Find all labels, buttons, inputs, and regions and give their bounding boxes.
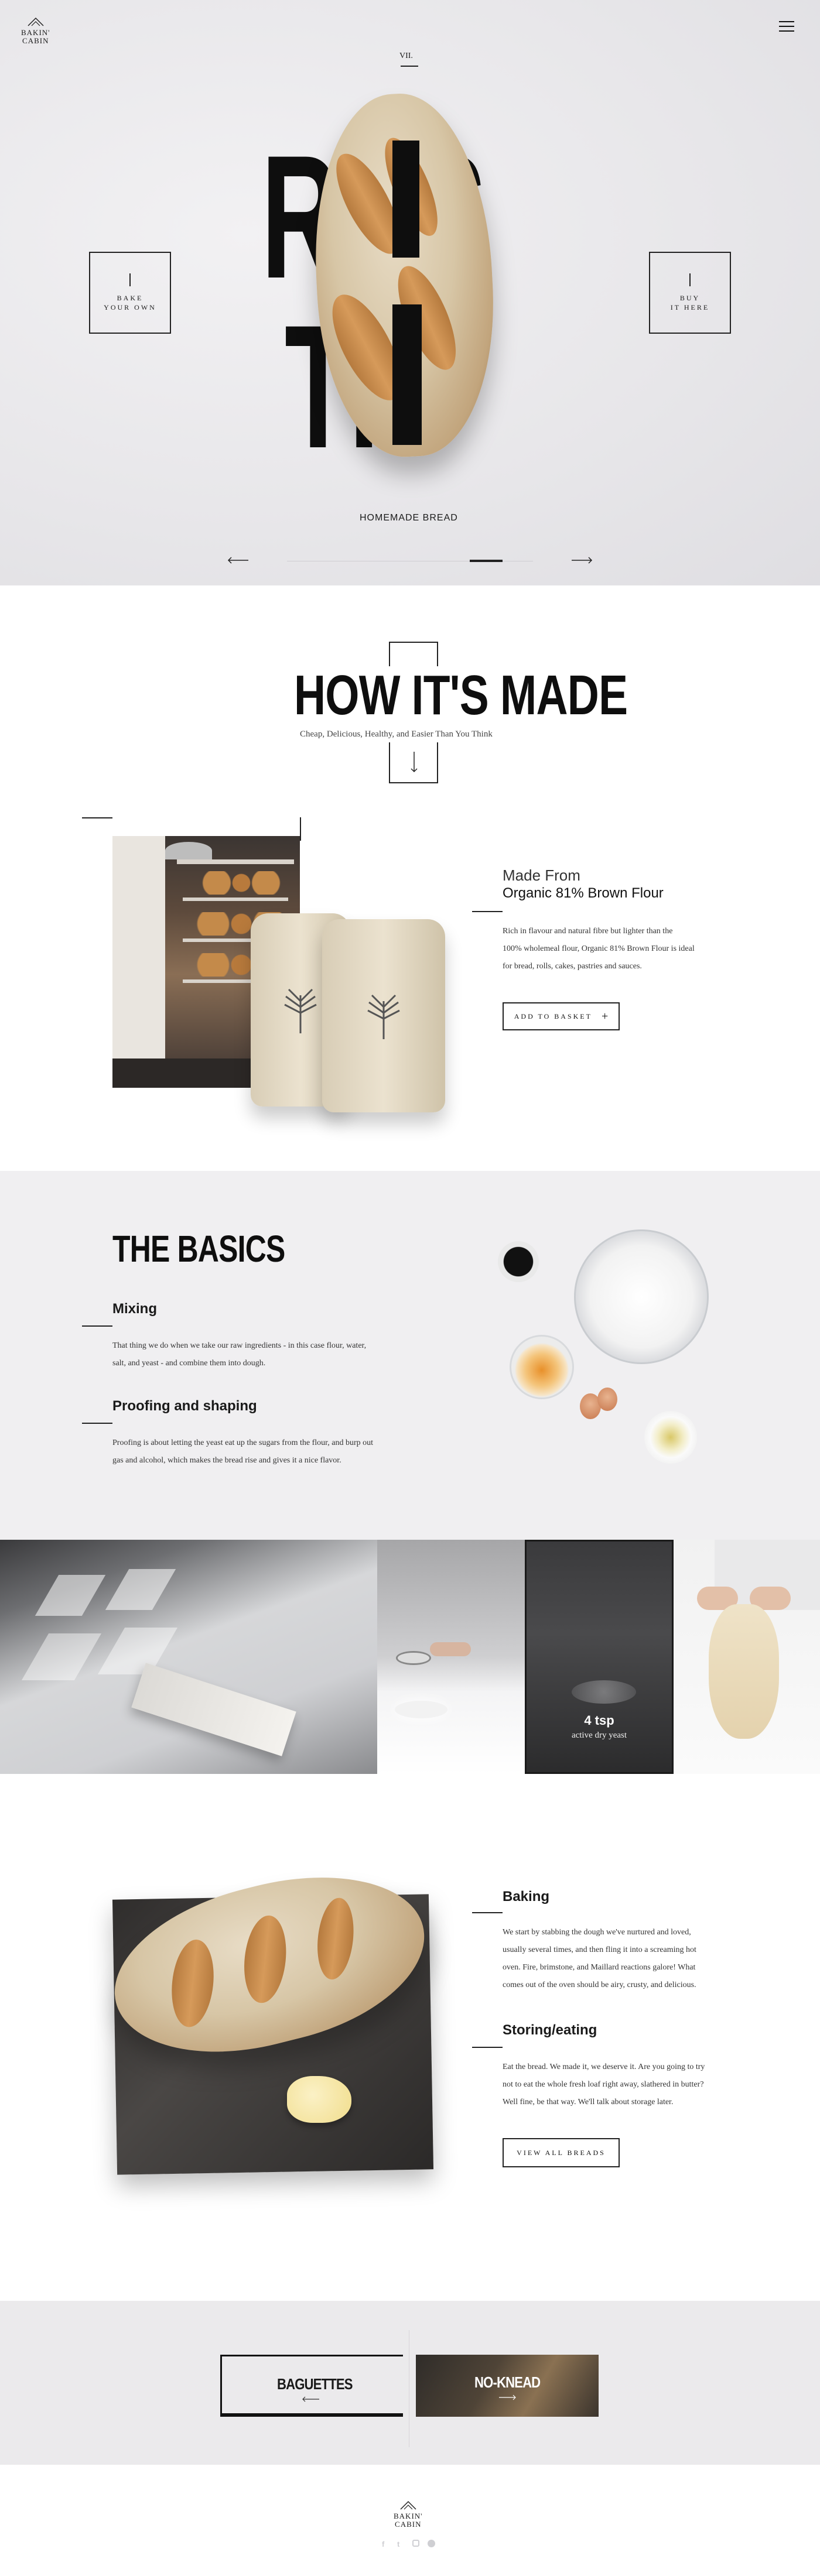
gallery-image-sunlight-notebook — [0, 1540, 377, 1774]
slide-number-underline — [401, 66, 418, 67]
bake-link-line2: YOUR OWN — [104, 303, 156, 311]
how-subtitle: Cheap, Delicious, Healthy, and Easier Th… — [300, 729, 493, 739]
butter-image — [287, 2076, 351, 2123]
baking-description: We start by stabbing the dough we've nur… — [503, 1924, 696, 1994]
recipe-navigation: BAGUETTES NO-KNEAD — [0, 2301, 820, 2465]
add-to-basket-label: ADD TO BASKET — [514, 1012, 592, 1020]
mixing-accent-line — [82, 1325, 112, 1327]
view-all-breads-button[interactable]: VIEW ALL BREADS — [503, 2138, 620, 2167]
buy-it-here-link[interactable]: BUY IT HERE — [649, 252, 731, 334]
twitter-icon[interactable]: t — [397, 2540, 404, 2548]
buy-link-line2: IT HERE — [670, 303, 710, 311]
storing-text-line: not to eat the whole fresh loaf right aw… — [503, 2080, 704, 2089]
proofing-accent-line — [82, 1423, 112, 1424]
proofing-text-line: gas and alcohol, which makes the bread r… — [112, 1456, 341, 1465]
bake-your-own-link[interactable]: BAKE YOUR OWN — [89, 252, 171, 334]
baking-text-line: We start by stabbing the dough we've nur… — [503, 1928, 691, 1937]
slider-active-indicator — [470, 560, 503, 562]
baking-accent-line — [472, 1912, 503, 1913]
next-recipe-no-knead[interactable]: NO-KNEAD — [416, 2355, 599, 2417]
storing-accent-line — [472, 2047, 503, 2048]
footer-logo-line2: CABIN — [395, 2520, 422, 2529]
instagram-icon[interactable] — [412, 2540, 419, 2547]
hero-letter-overlay — [392, 141, 419, 258]
arrow-down-icon[interactable] — [389, 742, 438, 783]
flour-description: Rich in flavour and natural fibre but li… — [503, 923, 695, 975]
proofing-description: Proofing is about letting the yeast eat … — [112, 1434, 373, 1469]
next-recipe-label: NO-KNEAD — [474, 2373, 541, 2391]
baking-section: Baking We start by stabbing the dough we… — [0, 1774, 820, 2301]
storing-title: Storing/eating — [503, 2022, 597, 2038]
baking-text-line: usually several times, and then fling it… — [503, 1945, 696, 1954]
logo-cabin-icon — [28, 17, 44, 26]
facebook-icon[interactable]: f — [382, 2540, 389, 2548]
view-all-breads-label: VIEW ALL BREADS — [517, 2148, 606, 2157]
arrow-right-icon — [499, 2395, 516, 2400]
arrow-left-icon — [302, 2396, 319, 2402]
storing-text-line: Eat the bread. We made it, we deserve it… — [503, 2063, 705, 2071]
arrow-right-icon[interactable] — [572, 556, 593, 567]
how-title-wrapper: HOW IT'S MADE — [291, 664, 628, 727]
title-bracket-top — [389, 642, 438, 643]
flour-text-line: for bread, rolls, cakes, pastries and sa… — [503, 962, 642, 971]
basics-section: THE BASICS Mixing That thing we do when … — [0, 1171, 820, 1540]
pinterest-icon[interactable] — [428, 2540, 435, 2547]
prev-recipe-underline — [220, 2413, 403, 2415]
slide-number: VII. — [399, 52, 413, 60]
logo-text-line1: BAKIN' — [21, 28, 50, 37]
logo-text-line2: CABIN — [22, 36, 49, 45]
image-accent-vline — [300, 817, 301, 841]
mixing-text-line: salt, and yeast - and combine them into … — [112, 1359, 266, 1368]
basics-title-wrapper: THE BASICS — [112, 1228, 334, 1269]
baking-title: Baking — [503, 1889, 550, 1904]
site-logo[interactable]: BAKIN' CABIN — [21, 16, 50, 45]
basics-title: THE BASICS — [112, 1228, 285, 1270]
yeast-amount: 4 tsp — [584, 1713, 614, 1728]
gallery-image-yeast: 4 tsp active dry yeast — [525, 1540, 674, 1774]
storing-description: Eat the bread. We made it, we deserve it… — [503, 2058, 705, 2111]
gallery-strip: 4 tsp active dry yeast — [0, 1540, 820, 1774]
proofing-text-line: Proofing is about letting the yeast eat … — [112, 1438, 374, 1447]
gallery-image-sifting-flour — [377, 1540, 525, 1774]
yeast-label: active dry yeast — [571, 1731, 627, 1740]
ingredients-image — [480, 1224, 726, 1481]
flour-text-line: 100% wholemeal flour, Organic 81% Brown … — [503, 944, 695, 953]
logo-cabin-icon — [400, 2500, 416, 2510]
social-links: f t — [382, 2540, 435, 2548]
how-its-made-section: HOW IT'S MADE Cheap, Delicious, Healthy,… — [0, 585, 820, 1171]
flour-sack-image-2 — [322, 919, 445, 1112]
baking-text-line: comes out of the oven should be airy, cr… — [503, 1981, 696, 1989]
footer-logo[interactable]: BAKIN' CABIN — [394, 2500, 423, 2529]
bake-link-line1: BAKE — [117, 294, 144, 302]
gallery-image-stretching-dough — [674, 1540, 820, 1774]
proofing-title: Proofing and shaping — [112, 1398, 257, 1414]
image-accent-line — [82, 817, 112, 818]
mixing-text-line: That thing we do when we take our raw in… — [112, 1341, 367, 1350]
how-title: HOW IT'S MADE — [294, 664, 628, 727]
made-from-label: Made From — [503, 866, 580, 884]
flour-title: Organic 81% Brown Flour — [503, 885, 664, 901]
buy-link-line1: BUY — [679, 294, 701, 302]
hamburger-menu-icon[interactable] — [779, 21, 794, 32]
hero-letter-overlay-2 — [392, 304, 422, 445]
prev-recipe-baguettes[interactable]: BAGUETTES — [220, 2355, 403, 2417]
hero-caption: HOMEMADE BREAD — [360, 513, 458, 523]
mixing-description: That thing we do when we take our raw in… — [112, 1337, 366, 1372]
footer-logo-line1: BAKIN' — [394, 2512, 423, 2520]
plus-icon: + — [601, 1009, 609, 1023]
flour-text-line: Rich in flavour and natural fibre but li… — [503, 927, 673, 936]
hero-section: BAKIN' CABIN VII. RUS TIC BAKE YOUR OWN … — [0, 0, 820, 585]
baking-text-line: oven. Fire, brimstone, and Maillard reac… — [503, 1963, 696, 1972]
flour-accent-line — [472, 911, 503, 912]
storing-text-line: Well fine, be that way. We'll talk about… — [503, 2098, 674, 2106]
mixing-title: Mixing — [112, 1301, 157, 1317]
prev-recipe-label: BAGUETTES — [277, 2375, 353, 2393]
add-to-basket-button[interactable]: ADD TO BASKET + — [503, 1002, 620, 1030]
arrow-left-icon[interactable] — [227, 556, 248, 567]
site-footer: BAKIN' CABIN f t — [0, 2465, 820, 2576]
